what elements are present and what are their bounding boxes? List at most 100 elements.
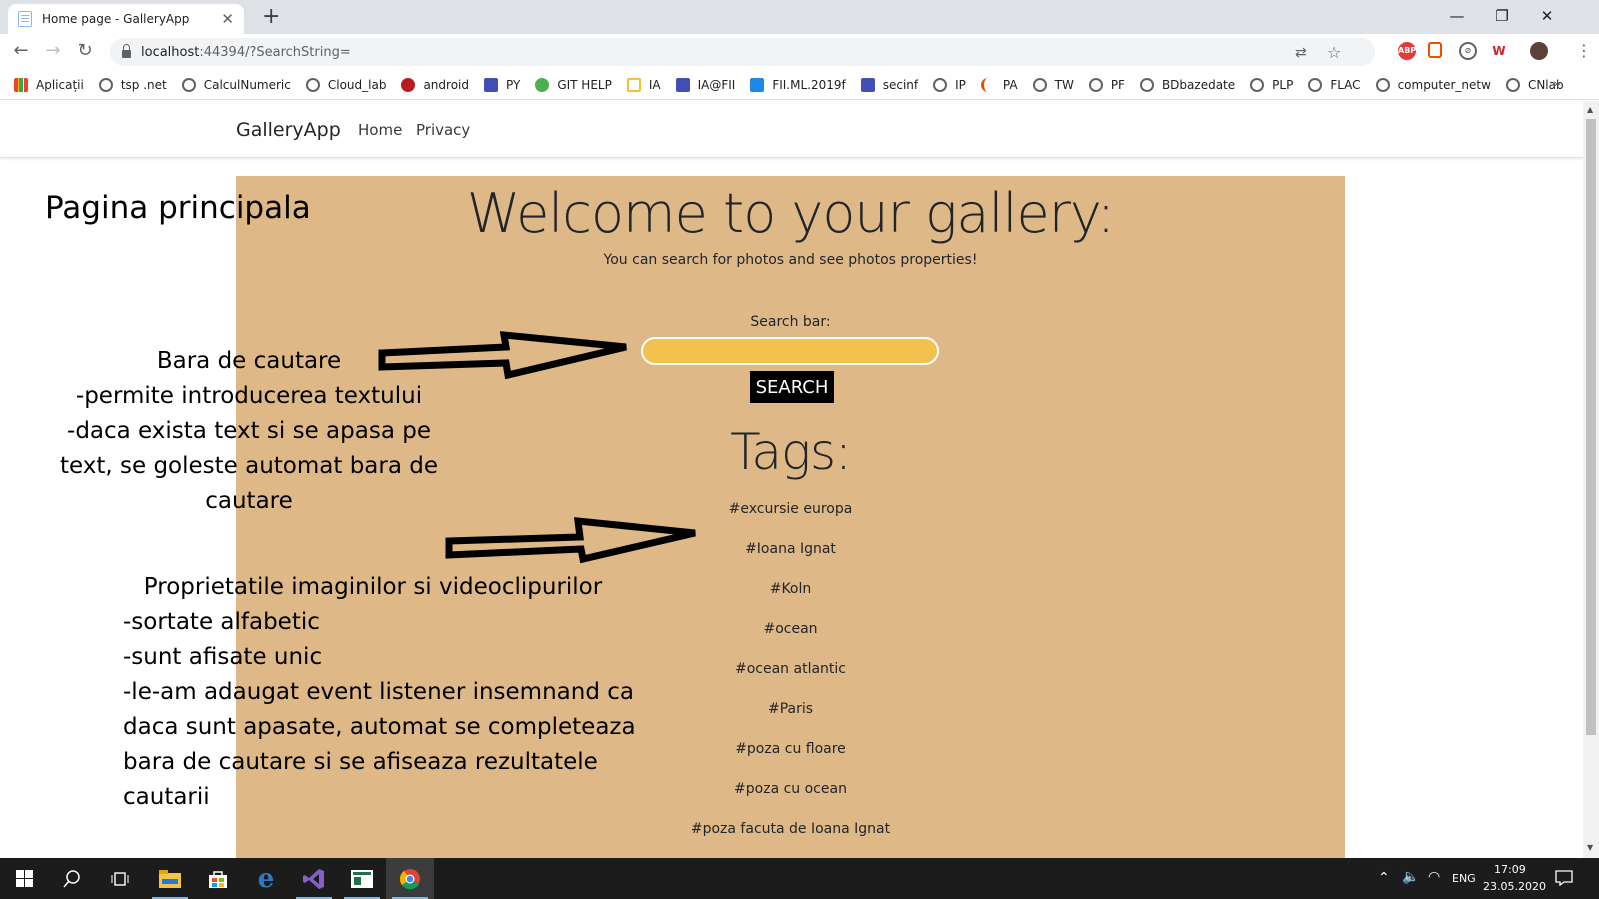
bookmark-label: tsp .net bbox=[120, 77, 167, 92]
page-scrollbar[interactable]: ▲ ▼ bbox=[1583, 101, 1599, 858]
tag-item[interactable]: #poza facuta de Ioana Ignat bbox=[236, 821, 1345, 837]
bookmark-item[interactable]: secinf bbox=[860, 77, 918, 92]
bookmark-item[interactable]: computer_netw bbox=[1375, 77, 1491, 92]
tag-item[interactable]: #Ioana Ignat bbox=[236, 541, 1345, 557]
block-icon[interactable]: ⊘ bbox=[1459, 42, 1477, 60]
star-icon[interactable]: ☆ bbox=[1327, 43, 1341, 62]
scroll-up-icon[interactable]: ▲ bbox=[1587, 105, 1593, 114]
globe-icon bbox=[181, 77, 196, 92]
start-button[interactable] bbox=[0, 858, 48, 899]
bookmark-label: PY bbox=[506, 77, 521, 92]
bookmark-item[interactable]: Cloud_lab bbox=[305, 77, 386, 92]
bookmark-label: IA bbox=[648, 77, 661, 92]
bookmark-item[interactable]: PLP bbox=[1250, 77, 1293, 92]
nav-home-link[interactable]: Home bbox=[358, 121, 402, 139]
browser-tab[interactable]: Home page - GalleryApp ✕ bbox=[8, 4, 244, 34]
bookmark-item[interactable]: FLAC bbox=[1308, 77, 1361, 92]
brand-link[interactable]: GalleryApp bbox=[236, 119, 341, 141]
welcome-subtitle: You can search for photos and see photos… bbox=[603, 252, 978, 268]
more-bookmarks-button[interactable]: » bbox=[1553, 77, 1561, 92]
bookmark-label: BDbazedate bbox=[1161, 77, 1236, 92]
reload-icon[interactable]: ↻ bbox=[72, 40, 98, 61]
bookmark-item[interactable]: FII.ML.2019f bbox=[750, 77, 846, 92]
window-close-button[interactable]: ✕ bbox=[1525, 2, 1569, 30]
page-icon bbox=[18, 11, 32, 27]
minimize-button[interactable]: — bbox=[1435, 2, 1479, 30]
scrollbar-thumb[interactable] bbox=[1586, 119, 1596, 735]
profile-avatar[interactable] bbox=[1530, 42, 1548, 60]
tab-strip: Home page - GalleryApp ✕ + — ❐ ✕ bbox=[0, 0, 1599, 34]
adblock-icon[interactable]: ABP bbox=[1398, 42, 1416, 60]
back-icon[interactable]: ← bbox=[8, 40, 34, 61]
notifications-icon[interactable] bbox=[1555, 870, 1573, 886]
clock-date[interactable]: 23.05.2020 bbox=[1483, 880, 1546, 893]
network-icon[interactable]: ◠ bbox=[1428, 869, 1440, 885]
menu-icon[interactable]: ⋮ bbox=[1576, 41, 1592, 60]
globe-icon bbox=[1088, 77, 1103, 92]
address-bar[interactable]: localhost:44394/?SearchString= ⇄ ☆ bbox=[110, 38, 1375, 66]
globe-icon bbox=[933, 77, 948, 92]
visual-studio-icon[interactable] bbox=[290, 858, 338, 899]
slides-icon bbox=[626, 77, 641, 92]
extension-w-icon[interactable]: W bbox=[1490, 42, 1508, 60]
globe-icon bbox=[1139, 77, 1154, 92]
document-icon bbox=[750, 77, 765, 92]
clock-time[interactable]: 17:09 bbox=[1494, 863, 1526, 876]
welcome-heading: Welcome to your gallery: bbox=[466, 182, 1115, 245]
android-icon bbox=[401, 77, 416, 92]
shopping-bag-icon bbox=[209, 870, 227, 888]
scroll-down-icon[interactable]: ▼ bbox=[1587, 843, 1593, 852]
windows-logo-icon bbox=[15, 870, 33, 887]
office-extension-icon[interactable] bbox=[1428, 42, 1442, 58]
bookmark-item[interactable]: PA bbox=[980, 77, 1018, 92]
search-button[interactable]: SEARCH bbox=[750, 371, 834, 403]
tray-expand-icon[interactable]: ⌃ bbox=[1378, 870, 1390, 886]
bookmark-item[interactable]: IA@FII bbox=[675, 77, 735, 92]
bookmark-label: IP bbox=[955, 77, 966, 92]
app-window-icon[interactable] bbox=[338, 858, 386, 899]
bookmark-item[interactable]: PF bbox=[1088, 77, 1125, 92]
annotation-line: -le-am adaugat event listener insemnand … bbox=[123, 679, 636, 810]
bookmark-item[interactable]: BDbazedate bbox=[1139, 77, 1236, 92]
annotation-line: -sunt afisate unic bbox=[123, 644, 323, 670]
bookmark-item[interactable]: CalculNumeric bbox=[181, 77, 291, 92]
search-input[interactable] bbox=[641, 337, 939, 365]
bookmark-item[interactable]: TW bbox=[1032, 77, 1074, 92]
page-heading: Pagina principala bbox=[45, 190, 311, 226]
magnifier-icon bbox=[63, 869, 80, 887]
bookmark-item[interactable]: Aplicații bbox=[14, 77, 84, 92]
bookmark-item[interactable]: GIT HELP bbox=[535, 77, 612, 92]
globe-icon bbox=[1250, 77, 1265, 92]
bookmark-item[interactable]: IA bbox=[626, 77, 661, 92]
forward-icon[interactable]: → bbox=[40, 40, 66, 61]
bookmark-label: Aplicații bbox=[36, 77, 84, 92]
edge-icon[interactable]: e bbox=[242, 858, 290, 899]
bookmark-item[interactable]: IP bbox=[933, 77, 966, 92]
globe-icon bbox=[1032, 77, 1047, 92]
store-icon[interactable] bbox=[194, 858, 242, 899]
globe-icon bbox=[305, 77, 320, 92]
form-icon bbox=[860, 77, 875, 92]
task-view-glyph-icon bbox=[111, 871, 129, 886]
bookmark-item[interactable]: PY bbox=[484, 77, 521, 92]
close-tab-icon[interactable]: ✕ bbox=[221, 10, 234, 28]
site-navbar: GalleryApp Home Privacy bbox=[0, 101, 1583, 158]
file-explorer-icon[interactable] bbox=[146, 858, 194, 899]
translate-icon[interactable]: ⇄ bbox=[1295, 45, 1307, 61]
lock-icon bbox=[122, 44, 131, 58]
bookmark-label: android bbox=[423, 77, 469, 92]
language-indicator[interactable]: ENG bbox=[1452, 872, 1476, 885]
nav-privacy-link[interactable]: Privacy bbox=[416, 121, 470, 139]
form-icon bbox=[675, 77, 690, 92]
task-view-icon[interactable] bbox=[96, 858, 144, 899]
new-tab-button[interactable]: + bbox=[262, 4, 280, 29]
chrome-icon[interactable] bbox=[386, 858, 434, 899]
bookmark-label: CalculNumeric bbox=[203, 77, 291, 92]
url-path: :44394/?SearchString= bbox=[199, 44, 351, 60]
bookmark-label: FII.ML.2019f bbox=[772, 77, 846, 92]
bookmark-item[interactable]: android bbox=[401, 77, 469, 92]
bookmark-item[interactable]: tsp .net bbox=[98, 77, 167, 92]
restore-button[interactable]: ❐ bbox=[1480, 2, 1524, 30]
volume-icon[interactable]: 🔈 bbox=[1402, 869, 1419, 885]
search-icon[interactable] bbox=[48, 858, 96, 899]
